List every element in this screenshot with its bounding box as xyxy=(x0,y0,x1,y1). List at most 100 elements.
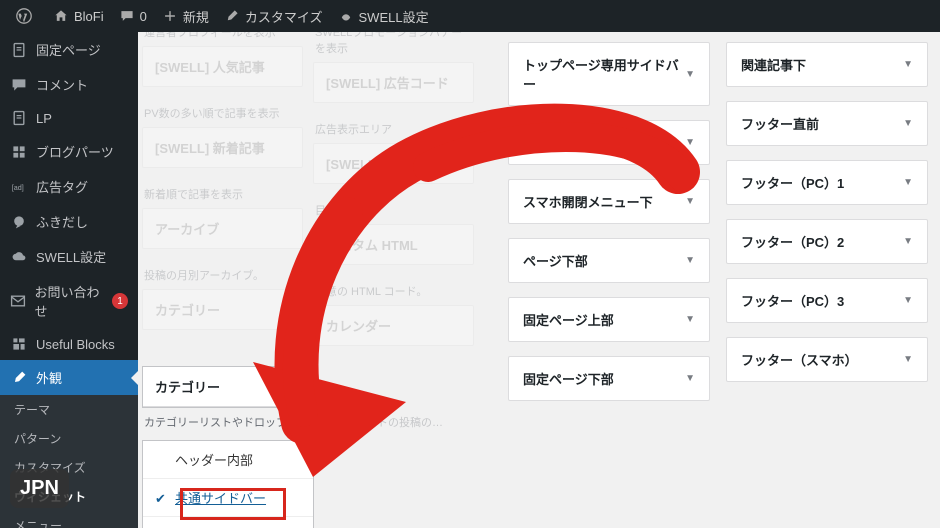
widget-area[interactable]: 固定ページ下部▼ xyxy=(508,356,710,401)
widget-category-open[interactable]: カテゴリー xyxy=(142,366,314,408)
swell-settings-link[interactable]: SWELL設定 xyxy=(331,0,437,32)
new-content[interactable]: 新規 xyxy=(155,0,217,32)
widget-area[interactable]: トップページ専用サイドバー▼ xyxy=(508,42,710,106)
widget-open-desc2: イトの投稿の… xyxy=(354,414,455,434)
wordpress-icon xyxy=(16,8,32,24)
menu-item-広告タグ[interactable]: [ad] 広告タグ xyxy=(0,169,138,204)
admin-menu: 固定ページコメント LP ブログパーツ [ad] 広告タグふきだしSWELL設定お問い合… xyxy=(0,32,138,528)
widget-area-head[interactable]: フッター（スマホ）▼ xyxy=(727,338,927,381)
widget-desc: PV数の多い順で記事を表示 xyxy=(142,103,303,127)
widget-title[interactable]: カレンダー xyxy=(314,306,473,345)
available-widget[interactable]: カテゴリー xyxy=(142,289,303,330)
widget-area-head[interactable]: ページ下部▼ xyxy=(509,239,709,282)
menu-item-コメント[interactable]: コメント xyxy=(0,67,138,102)
chevron-down-icon: ▼ xyxy=(685,255,695,266)
comments-count[interactable]: 0 xyxy=(112,0,155,32)
widget-area[interactable]: フッター（PC）2 ▼ xyxy=(726,219,928,264)
widget-area[interactable]: 固定ページ上部▼ xyxy=(508,297,710,342)
widget-area-head[interactable]: トップページ専用サイドバー▼ xyxy=(509,43,709,105)
page-icon xyxy=(10,110,28,126)
widget-area[interactable]: フッター（PC）3▼ xyxy=(726,278,928,323)
menu-label: Useful Blocks xyxy=(36,337,115,352)
widget-area-title: 関連記事下 xyxy=(741,55,806,74)
svg-text:[ad]: [ad] xyxy=(12,183,24,192)
menu-item-Useful Blocks[interactable]: Useful Blocks xyxy=(0,328,138,360)
menu-label: 広告タグ xyxy=(36,177,88,196)
widget-area-head[interactable]: フッター直前▼ xyxy=(727,102,927,145)
grid-icon xyxy=(10,144,28,160)
widget-area-head[interactable]: フッター（PC）1 ▼ xyxy=(727,161,927,204)
widget-area-title: フッター直前 xyxy=(741,114,819,133)
menu-item-ふきだし[interactable]: ふきだし xyxy=(0,204,138,239)
available-widget[interactable]: カレンダー xyxy=(313,305,474,346)
available-widget[interactable]: [SWELL] 新着記事 xyxy=(142,127,303,168)
site-name[interactable]: BloFi xyxy=(46,0,112,32)
wp-logo[interactable] xyxy=(8,0,46,32)
bubble-icon xyxy=(10,214,28,230)
menu-item-お問い合わせ[interactable]: お問い合わせ1 xyxy=(0,274,138,328)
widget-area-head[interactable]: 固定ページ下部▼ xyxy=(509,357,709,400)
mail-icon xyxy=(10,293,27,309)
submenu-メニュー[interactable]: メニュー xyxy=(0,511,138,528)
available-widget[interactable]: カスタム HTML xyxy=(313,224,474,265)
blocks-icon xyxy=(10,336,28,352)
customize-label: カスタマイズ xyxy=(245,7,323,26)
menu-label: 外観 xyxy=(36,368,62,387)
widget-area-title: 固定ページ上部 xyxy=(523,310,614,329)
menu-item-ブログパーツ[interactable]: ブログパーツ xyxy=(0,134,138,169)
submenu-テーマ[interactable]: テーマ xyxy=(0,395,138,424)
appearance-submenu: テーマパターンカスタマイズウィジェットメニューテーマファイルエディター xyxy=(0,395,138,528)
widget-area-head[interactable]: フッター（PC）3▼ xyxy=(727,279,927,322)
menu-label: LP xyxy=(36,111,52,126)
submenu-パターン[interactable]: パターン xyxy=(0,424,138,453)
chevron-down-icon: ▼ xyxy=(685,196,695,207)
widget-title[interactable]: [SWELL] 広告コード xyxy=(314,63,473,102)
widget-title[interactable]: [SWELL] 目次 xyxy=(314,144,473,183)
widget-area-head[interactable]: スマホ開閉メニュー下 ▼ xyxy=(509,180,709,223)
chevron-down-icon: ▼ xyxy=(685,137,695,148)
widget-area[interactable]: フッター（スマホ）▼ xyxy=(726,337,928,382)
widget-title[interactable]: [SWELL] 新着記事 xyxy=(143,128,302,167)
widget-desc: 投稿の月別アーカイブ。 xyxy=(142,265,303,289)
new-label: 新規 xyxy=(183,7,209,26)
chevron-down-icon: ▼ xyxy=(903,236,913,247)
available-widget[interactable]: アーカイブ xyxy=(142,208,303,249)
widget-area-head[interactable]: 追尾サイドバー▼ xyxy=(509,121,709,164)
widget-area-title: フッター（PC）3 xyxy=(741,291,844,310)
widget-title[interactable]: カテゴリー xyxy=(143,290,302,329)
widget-desc: 運営者プロフィールを表示 xyxy=(142,32,303,46)
widget-area-head[interactable]: フッター（PC）2 ▼ xyxy=(727,220,927,263)
available-widget[interactable]: [SWELL] 目次 xyxy=(313,143,474,184)
widget-title[interactable]: カスタム HTML xyxy=(314,225,473,264)
menu-item-外観[interactable]: 外観 xyxy=(0,360,138,395)
widget-area-title: スマホ開閉メニュー下 xyxy=(523,192,653,211)
widget-area[interactable]: フッター（PC）1 ▼ xyxy=(726,160,928,205)
widget-area-title: フッター（PC）1 xyxy=(741,173,844,192)
widget-area[interactable]: スマホ開閉メニュー下 ▼ xyxy=(508,179,710,224)
available-widget[interactable]: [SWELL] 広告コード xyxy=(313,62,474,103)
widget-title[interactable]: [SWELL] 人気記事 xyxy=(143,47,302,86)
widget-area[interactable]: 追尾サイドバー▼ xyxy=(508,120,710,165)
chevron-down-icon: ▼ xyxy=(685,373,695,384)
widget-open-title[interactable]: カテゴリー xyxy=(143,367,313,407)
menu-item-固定ページ[interactable]: 固定ページ xyxy=(0,32,138,67)
chevron-down-icon: ▼ xyxy=(685,69,695,80)
menu-item-LP[interactable]: LP xyxy=(0,102,138,134)
chooser-label: ヘッダー内部 xyxy=(175,453,253,468)
customize-link[interactable]: カスタマイズ xyxy=(217,0,331,32)
available-widget[interactable]: [SWELL] 人気記事 xyxy=(142,46,303,87)
chevron-down-icon: ▼ xyxy=(903,59,913,70)
widget-areas-col-2: 関連記事下▼フッター直前▼フッター（PC）1▼フッター（PC）2▼フッター（PC… xyxy=(726,42,928,401)
widget-area[interactable]: フッター直前▼ xyxy=(726,101,928,146)
widget-area-head[interactable]: 関連記事下 ▼ xyxy=(727,43,927,86)
chevron-down-icon: ▼ xyxy=(903,177,913,188)
widget-area-head[interactable]: 固定ページ上部▼ xyxy=(509,298,709,341)
content: 運営者プロフィールを表示[SWELL] 人気記事PV数の多い順で記事を表示[SW… xyxy=(138,32,940,528)
widget-title[interactable]: アーカイブ xyxy=(143,209,302,248)
widget-area[interactable]: ページ下部▼ xyxy=(508,238,710,283)
widget-area[interactable]: 関連記事下 ▼ xyxy=(726,42,928,87)
chooser-item[interactable]: ✔ヘッダー内部 xyxy=(143,441,313,478)
menu-item-SWELL設定[interactable]: SWELL設定 xyxy=(0,239,138,274)
widget-area-title: フッター（PC）2 xyxy=(741,232,844,251)
widget-area-title: トップページ専用サイドバー xyxy=(523,55,685,93)
